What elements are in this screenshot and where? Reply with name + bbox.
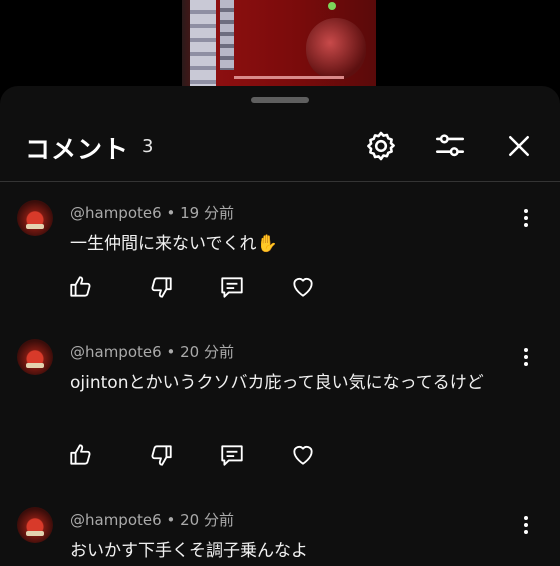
video-frame-detail <box>190 0 216 88</box>
header-divider <box>0 181 560 182</box>
more-vertical-icon[interactable] <box>516 513 536 537</box>
comment-text: おいかす下手くそ調子乗んなよ <box>70 541 308 561</box>
comment-meta: @hampote6 • 20 分前 <box>70 341 234 362</box>
close-button[interactable] <box>502 129 536 163</box>
reply-icon <box>221 277 243 298</box>
dislike-button[interactable] <box>146 440 176 470</box>
comments-header: コメント 3 <box>0 120 560 174</box>
filter-button[interactable] <box>433 129 467 163</box>
video-frame-detail <box>234 76 344 79</box>
like-button[interactable] <box>66 440 96 470</box>
comment-author[interactable]: @hampote6 <box>70 204 162 222</box>
sliders-icon <box>435 134 465 157</box>
meta-separator: • <box>166 343 176 361</box>
avatar[interactable] <box>17 339 53 375</box>
comment-time: 20 分前 <box>180 511 234 529</box>
like-button[interactable] <box>66 272 96 302</box>
comments-title: コメント <box>25 135 130 164</box>
video-frame-detail <box>306 18 366 80</box>
avatar[interactable] <box>17 200 53 236</box>
video-frame-detail <box>328 2 336 10</box>
comment-meta: @hampote6 • 20 分前 <box>70 509 234 530</box>
heart-icon <box>293 278 313 297</box>
comments-sheet: コメント 3 @hampote6 • 19 分前 一生仲間に来ないでくれ✋ @h… <box>0 86 560 566</box>
comment-meta: @hampote6 • 19 分前 <box>70 202 234 223</box>
heart-button[interactable] <box>288 440 318 470</box>
thumbs-down-icon <box>151 445 172 466</box>
thumbs-up-icon <box>70 276 91 297</box>
thumbs-down-icon <box>151 277 172 298</box>
comment-time: 20 分前 <box>180 343 234 361</box>
thumbs-up-icon <box>70 444 91 465</box>
more-vertical-icon[interactable] <box>516 206 536 230</box>
video-player-thumbnail[interactable] <box>182 0 376 88</box>
heart-icon <box>293 446 313 465</box>
reply-button[interactable] <box>217 272 247 302</box>
comment-author[interactable]: @hampote6 <box>70 343 162 361</box>
video-frame-detail <box>220 0 234 70</box>
settings-button[interactable] <box>364 129 398 163</box>
close-icon <box>509 136 529 156</box>
gear-icon <box>367 131 395 161</box>
comment-author[interactable]: @hampote6 <box>70 511 162 529</box>
meta-separator: • <box>166 511 176 529</box>
drag-handle[interactable] <box>251 97 309 103</box>
meta-separator: • <box>166 204 176 222</box>
comment-text: 一生仲間に来ないでくれ✋ <box>70 234 278 254</box>
reply-button[interactable] <box>217 440 247 470</box>
avatar[interactable] <box>17 507 53 543</box>
more-vertical-icon[interactable] <box>516 345 536 369</box>
reply-icon <box>221 445 243 466</box>
dislike-button[interactable] <box>146 272 176 302</box>
comment-text: ojintonとかいうクソバカ庇って良い気になってるけど <box>70 373 484 393</box>
heart-button[interactable] <box>288 272 318 302</box>
comment-time: 19 分前 <box>180 204 234 222</box>
comments-count: 3 <box>142 136 154 157</box>
